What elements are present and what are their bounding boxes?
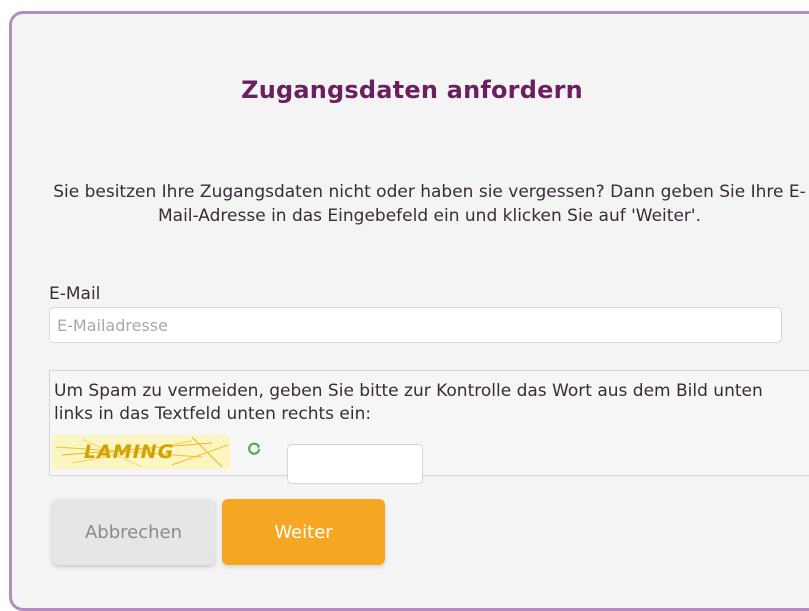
email-input[interactable] bbox=[49, 307, 782, 343]
captcha-image: LAMING bbox=[52, 435, 230, 469]
captcha-input[interactable] bbox=[287, 444, 423, 484]
captcha-instruction: Um Spam zu vermeiden, geben Sie bitte zu… bbox=[54, 381, 763, 424]
captcha-word: LAMING bbox=[84, 441, 175, 463]
cancel-button[interactable]: Abbrechen bbox=[52, 499, 215, 565]
request-credentials-dialog: Zugangsdaten anfordern Sie besitzen Ihre… bbox=[9, 11, 809, 611]
email-label: E-Mail bbox=[49, 284, 101, 304]
captcha-section: Um Spam zu vermeiden, geben Sie bitte zu… bbox=[49, 370, 809, 484]
dialog-description: Sie besitzen Ihre Zugangsdaten nicht ode… bbox=[53, 182, 806, 226]
dialog-title: Zugangsdaten anfordern bbox=[241, 76, 583, 104]
next-button[interactable]: Weiter bbox=[222, 499, 385, 565]
refresh-icon[interactable] bbox=[246, 441, 262, 457]
